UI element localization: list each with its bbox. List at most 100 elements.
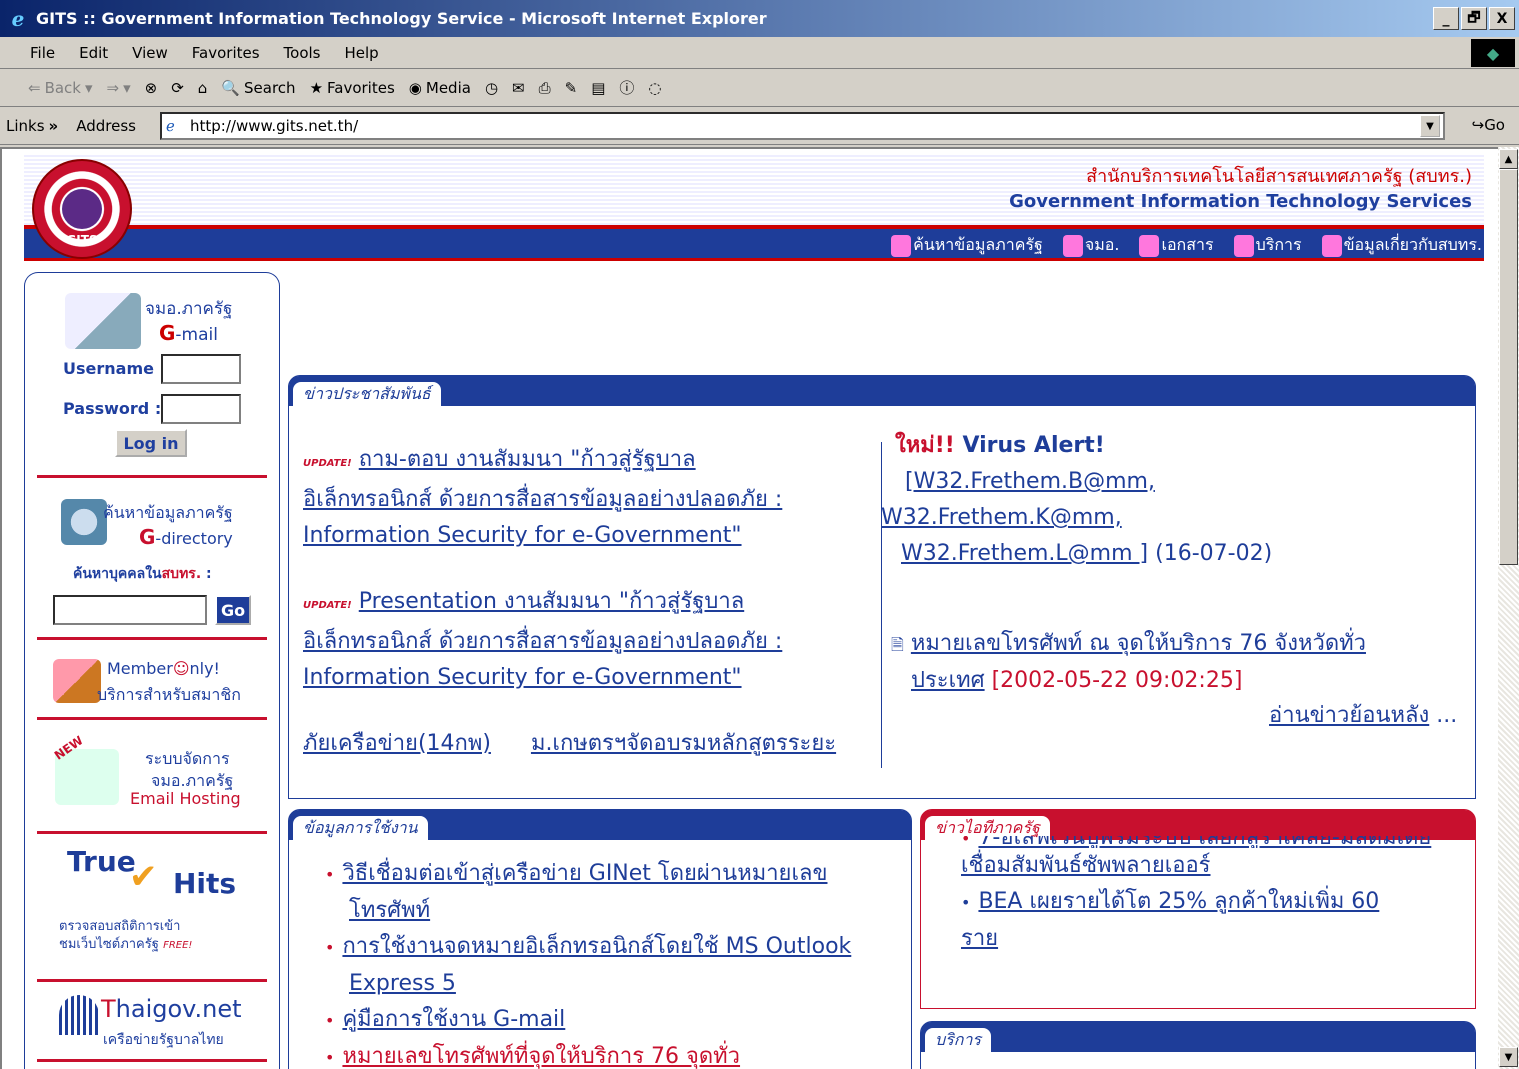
truehits-desc-2: ชมเว็บไซต์ภาครัฐ FREE! xyxy=(59,937,193,952)
maximize-button[interactable]: 🗗 xyxy=(1461,7,1487,30)
history-button[interactable]: ◷ xyxy=(485,79,498,97)
links-chevron-icon[interactable]: » xyxy=(49,117,59,135)
usage-box-title: ข้อมูลการใช้งาน xyxy=(293,816,428,840)
messenger-button[interactable]: ◌ xyxy=(648,79,661,97)
menu-tools[interactable]: Tools xyxy=(284,44,321,62)
usage-item-cont[interactable]: Express 5 xyxy=(325,966,909,1002)
update-badge: UPDATE! xyxy=(303,458,352,469)
menu-favorites[interactable]: Favorites xyxy=(192,44,260,62)
gmail-envelope-icon xyxy=(65,293,141,349)
usage-item[interactable]: • การใช้งานจดหมายอิเล็กทรอนิกส์โดยใช้ MS … xyxy=(325,929,909,966)
virus-alert[interactable]: ใหม่!! Virus Alert! [W32.Frethem.B@mm, W… xyxy=(881,428,1471,572)
discuss-button[interactable]: ▤ xyxy=(591,79,605,97)
mail-button[interactable]: ✉ xyxy=(512,79,525,97)
go-button[interactable]: ↪Go xyxy=(1472,116,1505,134)
truehits-logo-2[interactable]: Hits xyxy=(173,867,236,900)
menu-view[interactable]: View xyxy=(132,44,168,62)
window-titlebar[interactable]: ℯ GITS :: Government Information Technol… xyxy=(0,0,1519,37)
truehits-logo-1[interactable]: True xyxy=(67,845,136,878)
scroll-thumb[interactable] xyxy=(1499,169,1518,565)
ticker-item[interactable]: ภัยเครือข่าย(14กพ) xyxy=(303,731,491,756)
window-title: GITS :: Government Information Technolog… xyxy=(36,9,767,28)
news-ticker[interactable]: ภัยเครือข่าย(14กพ) ม.เกษตรฯจัดอบรมหลักสู… xyxy=(303,726,879,762)
messenger-icon: ◌ xyxy=(648,78,662,97)
nav-mail[interactable]: จมอ. xyxy=(1062,233,1119,258)
banner-title-thai: สำนักบริการเทคโนโลยีสารสนเทศภาครัฐ (สบทร… xyxy=(1086,166,1472,187)
directory-magnifier-icon xyxy=(61,499,107,545)
scroll-up-button[interactable]: ▲ xyxy=(1499,149,1518,169)
nav-services[interactable]: บริการ xyxy=(1233,233,1302,258)
thaigov-subtitle: เครือข่ายรัฐบาลไทย xyxy=(103,1032,224,1048)
nav-about[interactable]: ข้อมูลเกี่ยวกับสบทร. xyxy=(1321,233,1482,258)
close-button[interactable]: X xyxy=(1489,7,1515,30)
links-label[interactable]: Links xyxy=(6,117,45,135)
left-sidebar: จมอ.ภาครัฐ G-mail Username : Password : … xyxy=(24,272,280,1069)
people-search-go-button[interactable]: Go xyxy=(215,595,251,625)
minimize-button[interactable]: _ xyxy=(1433,7,1459,30)
usage-item[interactable]: • หมายเลขโทรศัพท์ที่จุดให้บริการ 76 จุดทั… xyxy=(325,1039,909,1069)
favorites-icon: ★ xyxy=(309,78,324,97)
vertical-scrollbar[interactable]: ▲ ▼ xyxy=(1498,147,1519,1069)
usage-item-cont[interactable]: โทรศัพท์ xyxy=(325,893,909,929)
favorites-button[interactable]: ★ Favorites xyxy=(310,79,395,97)
stop-icon: ⊗ xyxy=(144,78,158,97)
menu-help[interactable]: Help xyxy=(345,44,379,62)
logo-text: GITS xyxy=(66,233,98,247)
gits-logo[interactable]: GITS xyxy=(32,159,132,259)
print-button[interactable]: ⎙ xyxy=(539,79,551,97)
pr-box-header: ข่าวประชาสัมพันธ์ xyxy=(289,376,1475,406)
address-dropdown-button[interactable]: ▼ xyxy=(1420,115,1440,137)
go-label: Go xyxy=(1484,116,1505,134)
nav-documents[interactable]: เอกสาร xyxy=(1139,233,1214,258)
checkmark-icon: ✔ xyxy=(129,857,158,897)
phone-news[interactable]: 🗎 หมายเลขโทรศัพท์ ณ จุดให้บริการ 76 จังห… xyxy=(891,626,1471,699)
ticker-item[interactable]: ม.เกษตรฯจัดอบรมหลักสูตรระยะ xyxy=(531,731,836,756)
forward-button[interactable]: ⇒ ▾ xyxy=(107,79,131,97)
directory-title: ค้นหาข้อมูลภาครัฐ xyxy=(103,503,233,522)
thailand-map-icon xyxy=(62,189,102,229)
info-button[interactable]: ⓘ xyxy=(619,77,634,98)
read-more-link[interactable]: อ่านข่าวย้อนหลัง ... xyxy=(1269,698,1457,734)
directory-brand: G-directory xyxy=(139,525,233,549)
home-button[interactable]: ⌂ xyxy=(198,79,208,97)
sidebar-divider xyxy=(37,1059,267,1062)
member-hands-icon xyxy=(53,659,101,703)
back-button[interactable]: ⇐ Back ▾ xyxy=(28,79,93,97)
pr-item-1[interactable]: UPDATE! ถาม-ตอบ งานสัมมนา "ก้าวสู่รัฐบาล… xyxy=(303,442,883,554)
address-input[interactable]: ℯ http://www.gits.net.th/ ▼ xyxy=(160,112,1445,140)
history-icon: ◷ xyxy=(484,78,499,97)
favorites-label: Favorites xyxy=(327,78,395,97)
media-icon: ◉ xyxy=(408,78,422,97)
login-button[interactable]: Log in xyxy=(115,429,187,457)
document-icon: 🗎 xyxy=(891,635,904,654)
it-news-marquee[interactable]: •7-อีเลฟเว่นปูพรมระบบ เลย์กลูราเคิลย-มลต… xyxy=(961,836,1461,1002)
pr-item-2[interactable]: UPDATE! Presentation งานสัมมนา "ก้าวสู่ร… xyxy=(303,584,883,696)
scroll-down-button[interactable]: ▼ xyxy=(1499,1047,1518,1067)
menu-bar: File Edit View Favorites Tools Help ◆ xyxy=(0,37,1519,69)
service-icon xyxy=(1233,234,1254,257)
thaigov-title[interactable]: Thaigov.net xyxy=(101,995,242,1023)
sidebar-divider xyxy=(37,717,267,720)
refresh-button[interactable]: ⟳ xyxy=(171,79,184,97)
search-button[interactable]: 🔍 Search xyxy=(221,79,295,97)
media-button[interactable]: ◉ Media xyxy=(409,79,471,97)
update-badge: UPDATE! xyxy=(303,600,352,611)
people-search-input[interactable] xyxy=(53,595,207,625)
menu-edit[interactable]: Edit xyxy=(79,44,108,62)
search-label: Search xyxy=(244,78,296,97)
usage-box-header: ข้อมูลการใช้งาน xyxy=(289,810,911,840)
menu-file[interactable]: File xyxy=(30,44,55,62)
forward-arrow-icon: ⇒ xyxy=(106,78,120,97)
discuss-icon: ▤ xyxy=(591,78,606,97)
username-input[interactable] xyxy=(161,354,241,384)
media-label: Media xyxy=(425,78,471,97)
gmail-title: จมอ.ภาครัฐ xyxy=(145,299,233,319)
usage-item[interactable]: • คู่มือการใช้งาน G-mail xyxy=(325,1002,909,1039)
edit-button[interactable]: ✎ xyxy=(565,79,578,97)
stop-button[interactable]: ⊗ xyxy=(145,79,158,97)
address-bar: Links » Address ℯ http://www.gits.net.th… xyxy=(0,107,1519,145)
password-label: Password : xyxy=(63,399,162,418)
usage-item[interactable]: • วิธีเชื่อมต่อเข้าสู่เครือข่าย GINet โดย… xyxy=(325,856,909,893)
nav-search-gov[interactable]: ค้นหาข้อมูลภาครัฐ xyxy=(891,233,1043,258)
password-input[interactable] xyxy=(161,394,241,424)
